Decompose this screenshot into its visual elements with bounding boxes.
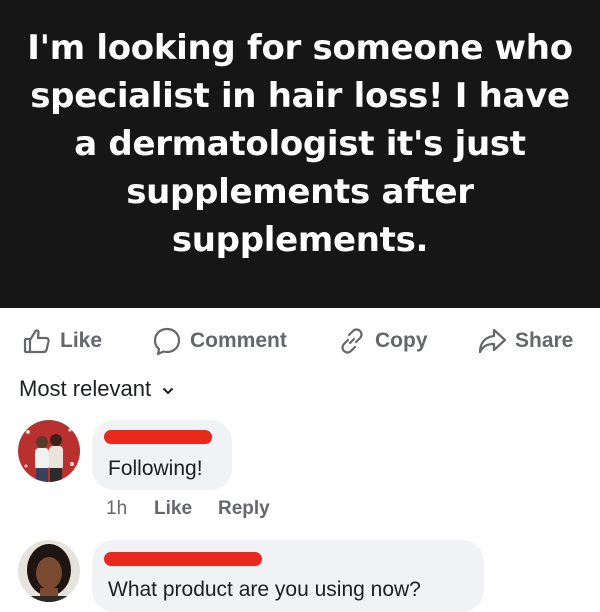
sort-label: Most relevant [19,376,152,401]
like-label: Like [60,329,103,352]
thumbs-up-icon [23,329,50,354]
avatar-photo [18,420,80,482]
copy-label: Copy [375,329,428,352]
redacted-author-name [104,552,262,566]
comment-sort-dropdown[interactable]: Most relevant [19,376,175,402]
comment-like-link[interactable]: Like [154,498,192,520]
post-action-bar: Like Comment Copy Share [0,314,600,366]
redacted-author-name [104,430,212,444]
comment-label: Comment [190,329,287,352]
like-button[interactable]: Like [22,326,102,356]
share-arrow-icon [478,328,507,354]
comment-text: Following! [108,457,203,480]
comment-button[interactable]: Comment [152,326,287,356]
chevron-down-icon [163,388,174,394]
comment-bubble: Following! [92,420,232,490]
post-text: I'm looking for someone who specialist i… [27,28,573,260]
avatar-photo [18,540,80,602]
copy-button[interactable]: Copy [337,326,428,356]
post-banner: I'm looking for someone who specialist i… [0,0,600,308]
comment-reply-link[interactable]: Reply [218,498,270,520]
link-icon [341,328,363,354]
comment-time: 1h [106,498,128,519]
share-button[interactable]: Share [477,326,573,356]
comment-bubble-icon [153,327,181,356]
share-label: Share [515,329,574,352]
commenter-avatar[interactable] [18,420,80,482]
commenter-avatar[interactable] [18,540,80,602]
comment-bubble: What product are you using now? [92,540,484,612]
comment-text: What product are you using now? [108,578,421,601]
